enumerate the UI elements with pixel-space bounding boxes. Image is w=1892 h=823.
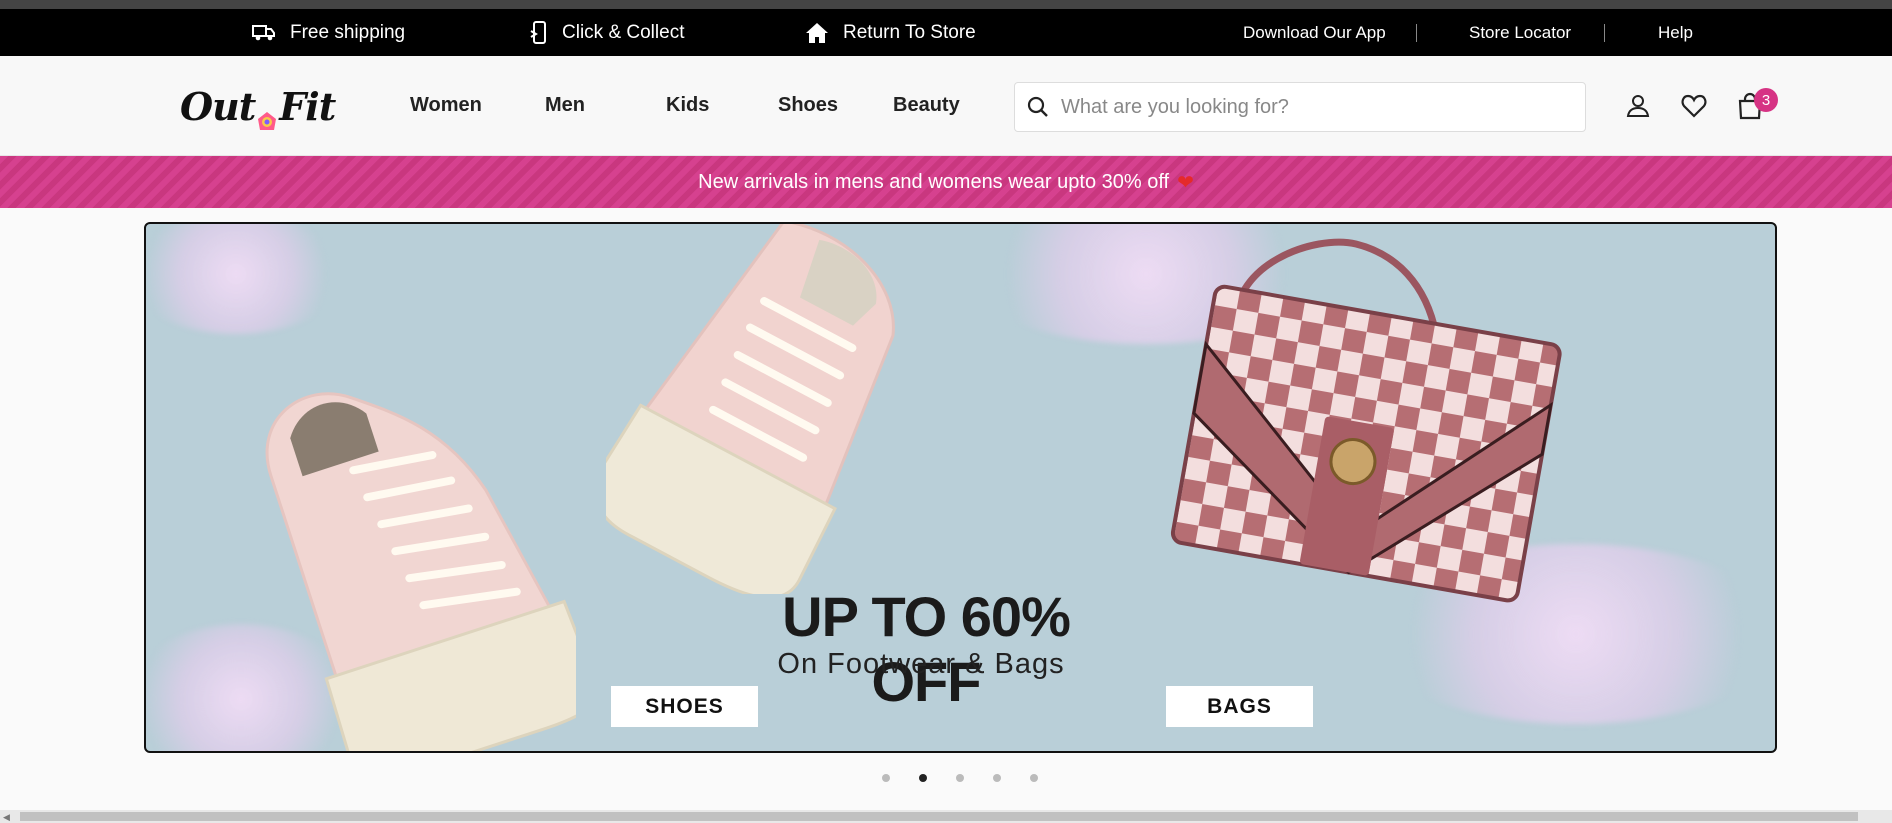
sneaker-right-image <box>606 224 895 594</box>
handbag-image <box>1170 238 1562 603</box>
carousel-dot-3[interactable] <box>956 774 964 782</box>
shop-shoes-button[interactable]: SHOES <box>611 686 758 727</box>
mobile-tap-icon <box>530 20 546 44</box>
nav-kids[interactable]: Kids <box>666 94 709 117</box>
home-icon <box>806 22 828 43</box>
promo-banner[interactable]: New arrivals in mens and womens wear upt… <box>0 156 1892 208</box>
perk-return-to-store[interactable]: Return To Store <box>805 9 976 56</box>
search-bar[interactable] <box>1014 82 1586 132</box>
carousel-dots <box>0 770 1892 786</box>
hero-banner[interactable]: UP TO 60% OFF On Footwear & Bags SHOES B… <box>144 222 1777 753</box>
perk-label: Click & Collect <box>562 21 685 43</box>
hero-subtitle: On Footwear & Bags <box>777 648 1065 680</box>
main-header: Out Fit Women Men Kids Shoes Beauty 3 <box>0 56 1892 156</box>
divider <box>1604 24 1605 42</box>
link-help[interactable]: Help <box>1658 9 1693 56</box>
carousel-dot-1[interactable] <box>882 774 890 782</box>
heart-icon[interactable] <box>1680 92 1708 120</box>
logo-text-left: Out <box>180 84 256 129</box>
truck-icon <box>252 24 275 40</box>
logo[interactable]: Out Fit <box>180 84 336 130</box>
perk-free-shipping[interactable]: Free shipping <box>252 9 405 56</box>
nav-women[interactable]: Women <box>410 94 482 117</box>
nav-beauty[interactable]: Beauty <box>893 94 960 117</box>
user-icon[interactable] <box>1624 92 1652 120</box>
search-icon <box>1027 96 1048 117</box>
perk-label: Return To Store <box>843 21 976 43</box>
divider <box>1416 24 1417 42</box>
link-download-app[interactable]: Download Our App <box>1243 9 1386 56</box>
link-store-locator[interactable]: Store Locator <box>1469 9 1571 56</box>
scroll-left-arrow-icon[interactable]: ◀ <box>3 812 10 823</box>
top-utility-bar: Free shipping Click & Collect Return To … <box>0 9 1892 56</box>
scrollbar-thumb[interactable] <box>20 812 1858 821</box>
nav-shoes[interactable]: Shoes <box>778 94 838 117</box>
browser-top-strip <box>0 0 1892 9</box>
carousel-dot-4[interactable] <box>993 774 1001 782</box>
sneaker-left-image <box>265 392 576 751</box>
search-input[interactable] <box>1061 95 1561 119</box>
logo-text-right: Fit <box>279 84 336 129</box>
shop-bags-button[interactable]: BAGS <box>1166 686 1313 727</box>
carousel-dot-2[interactable] <box>919 774 927 782</box>
nav-men[interactable]: Men <box>545 94 585 117</box>
heart-emoji-icon: ❤ <box>1177 171 1194 194</box>
perk-label: Free shipping <box>290 21 406 43</box>
cart-count-badge: 3 <box>1754 88 1778 112</box>
promo-text: New arrivals in mens and womens wear upt… <box>698 170 1170 193</box>
perk-click-collect[interactable]: Click & Collect <box>530 9 684 56</box>
horizontal-scrollbar[interactable]: ◀ <box>0 810 1892 823</box>
logo-mark-icon <box>256 96 278 130</box>
carousel-dot-5[interactable] <box>1030 774 1038 782</box>
